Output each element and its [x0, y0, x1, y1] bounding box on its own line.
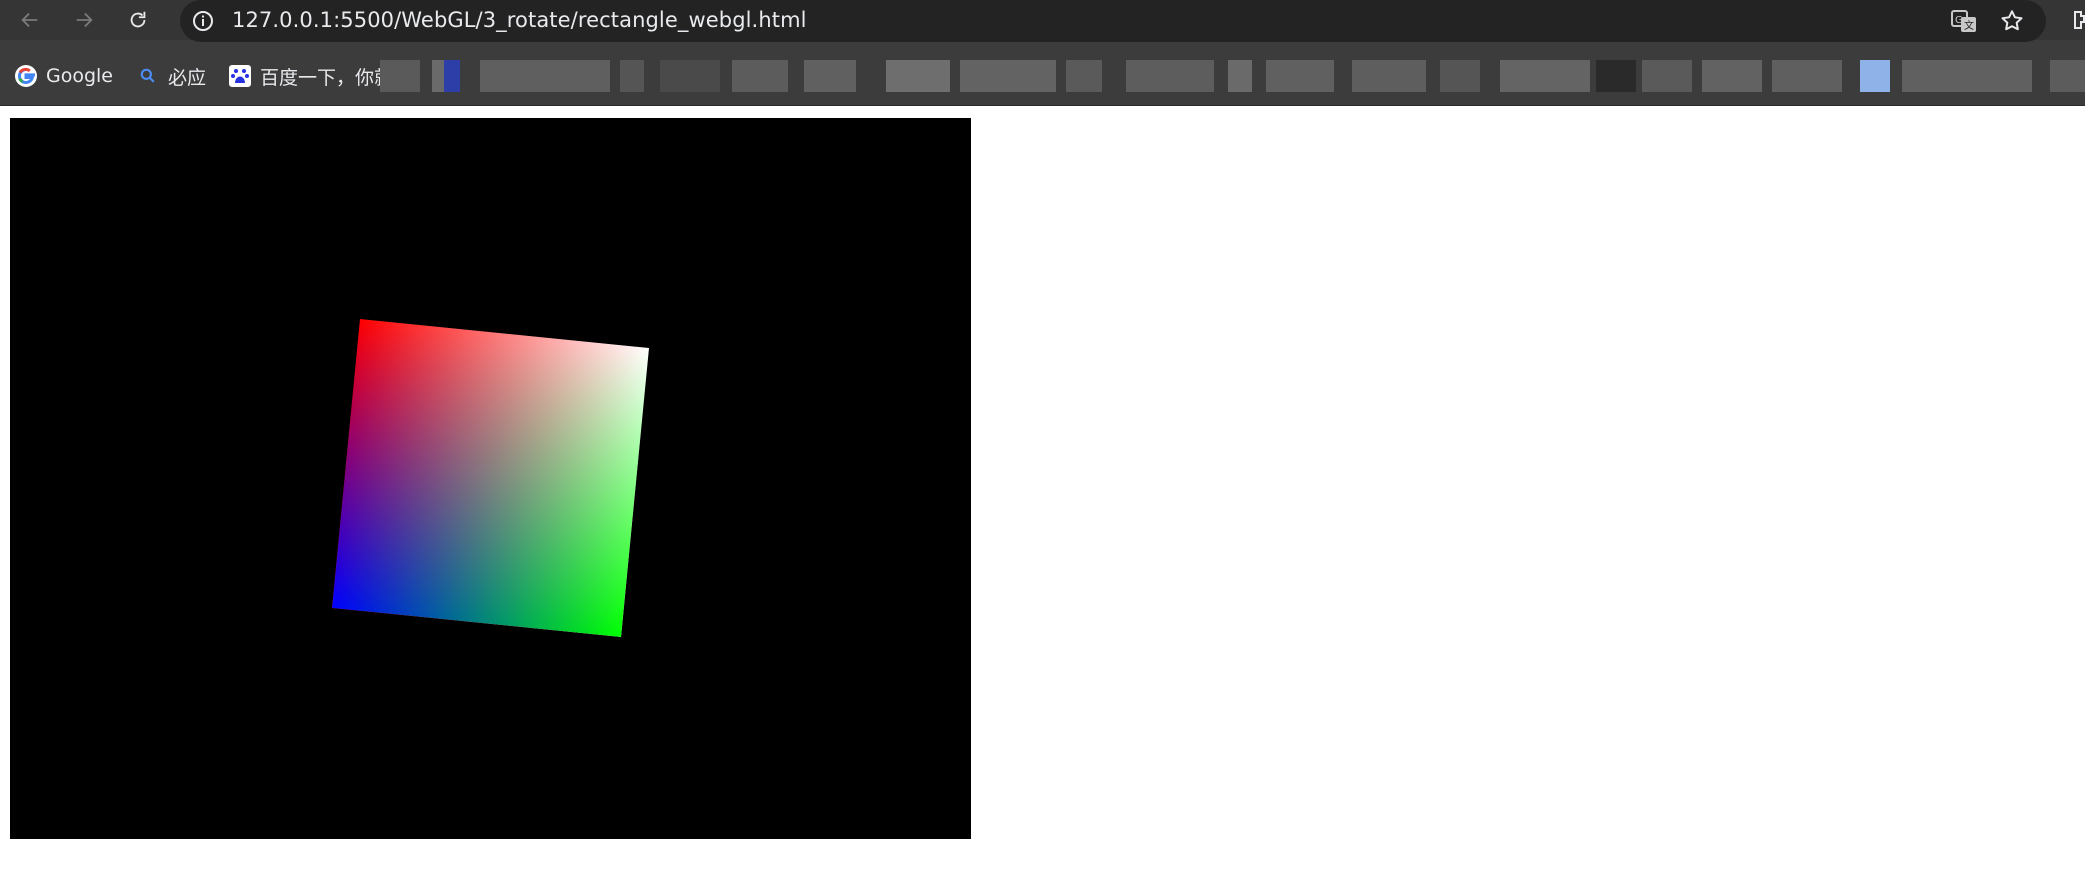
- browser-chrome: 127.0.0.1:5500/WebGL/3_rotate/rectangle_…: [0, 0, 2085, 106]
- address-bar[interactable]: 127.0.0.1:5500/WebGL/3_rotate/rectangle_…: [180, 0, 2046, 42]
- baidu-paw-icon: [228, 64, 252, 88]
- bookmark-label: 百度一下，你就: [260, 66, 394, 89]
- info-icon[interactable]: [190, 8, 216, 34]
- bookmark-google[interactable]: Google: [14, 54, 113, 98]
- reload-button[interactable]: [122, 4, 154, 36]
- arrow-left-icon: [21, 12, 38, 28]
- svg-text:G: G: [1955, 15, 1963, 26]
- webgl-canvas: [10, 118, 971, 839]
- pixelated-bookmarks: [380, 60, 2085, 92]
- url-text[interactable]: 127.0.0.1:5500/WebGL/3_rotate/rectangle_…: [232, 6, 807, 34]
- extensions-icon[interactable]: [2072, 8, 2085, 32]
- svg-text:文: 文: [1964, 19, 1974, 32]
- rotated-gradient-square: [332, 319, 650, 638]
- search-icon: [136, 64, 160, 88]
- browser-toolbar: 127.0.0.1:5500/WebGL/3_rotate/rectangle_…: [0, 0, 2085, 42]
- forward-button[interactable]: [68, 4, 100, 36]
- bookmark-baidu[interactable]: 百度一下，你就: [228, 54, 393, 98]
- arrow-right-icon: [76, 12, 93, 28]
- reload-icon: [130, 11, 146, 28]
- star-icon[interactable]: [1998, 7, 2026, 35]
- back-button[interactable]: [14, 4, 46, 36]
- bookmark-label: 必应: [168, 66, 207, 89]
- page-content: [0, 106, 2085, 892]
- translate-icon[interactable]: G 文: [1950, 7, 1978, 35]
- google-g-icon: [14, 64, 38, 88]
- bookmark-bing[interactable]: 必应: [136, 54, 206, 98]
- bookmark-label: Google: [46, 65, 114, 87]
